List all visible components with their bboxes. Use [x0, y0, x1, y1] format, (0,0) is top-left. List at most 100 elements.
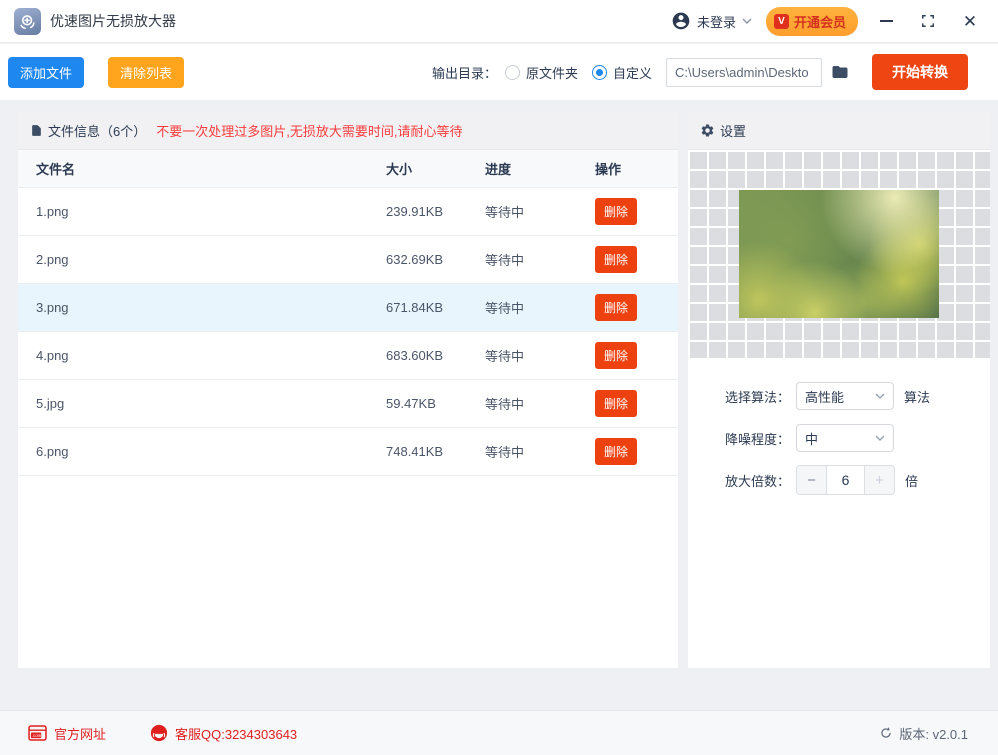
maximize-button[interactable] [914, 7, 942, 35]
denoise-label: 降噪程度： [724, 431, 790, 447]
gear-icon [701, 124, 714, 137]
file-name: 1.png [36, 204, 69, 219]
preview-area [688, 150, 990, 358]
scale-value: 6 [827, 466, 864, 494]
settings-controls: 选择算法： 高性能 算法 降噪程度： 中 放大倍数： − 6 + 倍 [688, 358, 990, 495]
folder-icon [832, 66, 848, 78]
login-menu[interactable]: 未登录 [671, 11, 752, 31]
file-size: 239.91KB [386, 204, 444, 219]
chevron-down-icon [875, 393, 885, 399]
column-header-size: 大小 [386, 162, 413, 177]
table-row[interactable]: 1.png 239.91KB 等待中 删除 [18, 188, 678, 236]
preview-image [739, 190, 939, 318]
denoise-row: 降噪程度： 中 [718, 424, 990, 452]
radio-custom-circle[interactable] [591, 64, 607, 80]
support-qq-link[interactable]: 客服QQ:3234303643 [150, 724, 297, 743]
radio-original-label: 原文件夹 [525, 65, 578, 81]
output-dir-label: 输出目录： [431, 65, 497, 81]
radio-original-circle[interactable] [504, 64, 520, 80]
scale-suffix: 倍 [905, 473, 919, 489]
document-icon [32, 125, 41, 136]
login-status-label: 未登录 [696, 14, 736, 30]
file-name: 4.png [36, 348, 69, 363]
radio-custom-folder[interactable]: 自定义 [591, 63, 652, 82]
table-row[interactable]: 5.jpg 59.47KB 等待中 删除 [18, 380, 678, 428]
delete-button[interactable]: 删除 [595, 246, 638, 273]
file-status: 等待中 [485, 445, 525, 460]
file-status: 等待中 [485, 205, 525, 220]
processing-warning: 不要一次处理过多图片,无损放大需要时间,请耐心等待 [156, 124, 463, 139]
minimize-button[interactable] [872, 7, 900, 35]
vip-badge-icon: V [773, 13, 789, 29]
algorithm-suffix: 算法 [904, 389, 931, 405]
footer: .com 官方网址 客服QQ:3234303643 版本: v2.0.1 [0, 710, 998, 755]
file-panel-header: 文件信息（6个） 不要一次处理过多图片,无损放大需要时间,请耐心等待 [18, 112, 678, 150]
table-row[interactable]: 2.png 632.69KB 等待中 删除 [18, 236, 678, 284]
denoise-value: 中 [805, 431, 819, 447]
scale-increase-button[interactable]: + [864, 466, 894, 494]
website-dotcom-icon: .com [28, 725, 47, 741]
maximize-icon [922, 15, 934, 27]
file-status: 等待中 [485, 397, 525, 412]
output-path-input[interactable] [666, 57, 822, 87]
table-row[interactable]: 6.png 748.41KB 等待中 删除 [18, 428, 678, 476]
vip-button-label: 开通会员 [793, 14, 846, 30]
scale-row: 放大倍数： − 6 + 倍 [718, 465, 990, 495]
radio-original-folder[interactable]: 原文件夹 [504, 63, 578, 82]
denoise-select[interactable]: 中 [796, 424, 894, 452]
settings-panel: 设置 选择算法： 高性能 算法 降噪程度： 中 放大倍数： − 6 + 倍 [688, 112, 990, 668]
file-size: 632.69KB [386, 252, 444, 267]
open-vip-button[interactable]: V 开通会员 [765, 6, 858, 36]
file-name: 2.png [36, 252, 69, 267]
app-logo-icon [14, 7, 41, 35]
settings-title: 设置 [720, 124, 747, 139]
check-update-icon[interactable] [879, 726, 893, 740]
file-name: 3.png [36, 300, 69, 315]
delete-button[interactable]: 删除 [595, 294, 638, 321]
close-icon: ✕ [962, 11, 978, 31]
browse-folder-button[interactable] [830, 63, 850, 81]
radio-custom-label: 自定义 [612, 65, 652, 81]
file-status: 等待中 [485, 349, 525, 364]
user-avatar-icon [672, 12, 690, 30]
scale-stepper: − 6 + [796, 465, 895, 495]
minimize-icon [879, 20, 893, 22]
algorithm-value: 高性能 [805, 389, 845, 405]
scale-decrease-button[interactable]: − [797, 466, 827, 494]
delete-button[interactable]: 删除 [595, 438, 638, 465]
algorithm-select[interactable]: 高性能 [796, 382, 894, 410]
delete-button[interactable]: 删除 [595, 198, 638, 225]
clear-list-button[interactable]: 清除列表 [108, 56, 185, 88]
delete-button[interactable]: 删除 [595, 342, 638, 369]
algorithm-row: 选择算法： 高性能 算法 [718, 382, 990, 410]
file-name: 6.png [36, 444, 69, 459]
column-header-action: 操作 [595, 162, 622, 177]
official-website-label: 官方网址 [54, 726, 107, 742]
close-button[interactable]: ✕ [956, 7, 984, 35]
table-row[interactable]: 4.png 683.60KB 等待中 删除 [18, 332, 678, 380]
table-row-selected[interactable]: 3.png 671.84KB 等待中 删除 [18, 284, 678, 332]
file-status: 等待中 [485, 253, 525, 268]
table-header: 文件名 大小 进度 操作 [18, 150, 678, 188]
version-label: 版本: v2.0.1 [899, 726, 968, 742]
file-size: 59.47KB [386, 396, 436, 411]
file-name: 5.jpg [36, 396, 65, 411]
file-size: 683.60KB [386, 348, 444, 363]
add-files-button[interactable]: 添加文件 [8, 56, 85, 88]
algorithm-label: 选择算法： [724, 389, 790, 405]
column-header-progress: 进度 [485, 162, 512, 177]
file-size: 748.41KB [386, 444, 444, 459]
svg-text:.com: .com [32, 733, 42, 738]
app-title: 优速图片无损放大器 [50, 13, 176, 29]
chevron-down-icon [875, 435, 885, 441]
support-qq-label: 客服QQ:3234303643 [175, 726, 298, 742]
settings-panel-header: 设置 [688, 112, 990, 150]
delete-button[interactable]: 删除 [595, 390, 638, 417]
scale-label: 放大倍数： [724, 473, 790, 489]
file-size: 671.84KB [386, 300, 444, 315]
official-website-link[interactable]: .com 官方网址 [28, 724, 106, 743]
file-status: 等待中 [485, 301, 525, 316]
toolbar: 添加文件 清除列表 输出目录： 原文件夹 自定义 开始转换 [0, 44, 998, 100]
column-header-filename: 文件名 [36, 162, 76, 177]
start-convert-button[interactable]: 开始转换 [872, 54, 968, 90]
